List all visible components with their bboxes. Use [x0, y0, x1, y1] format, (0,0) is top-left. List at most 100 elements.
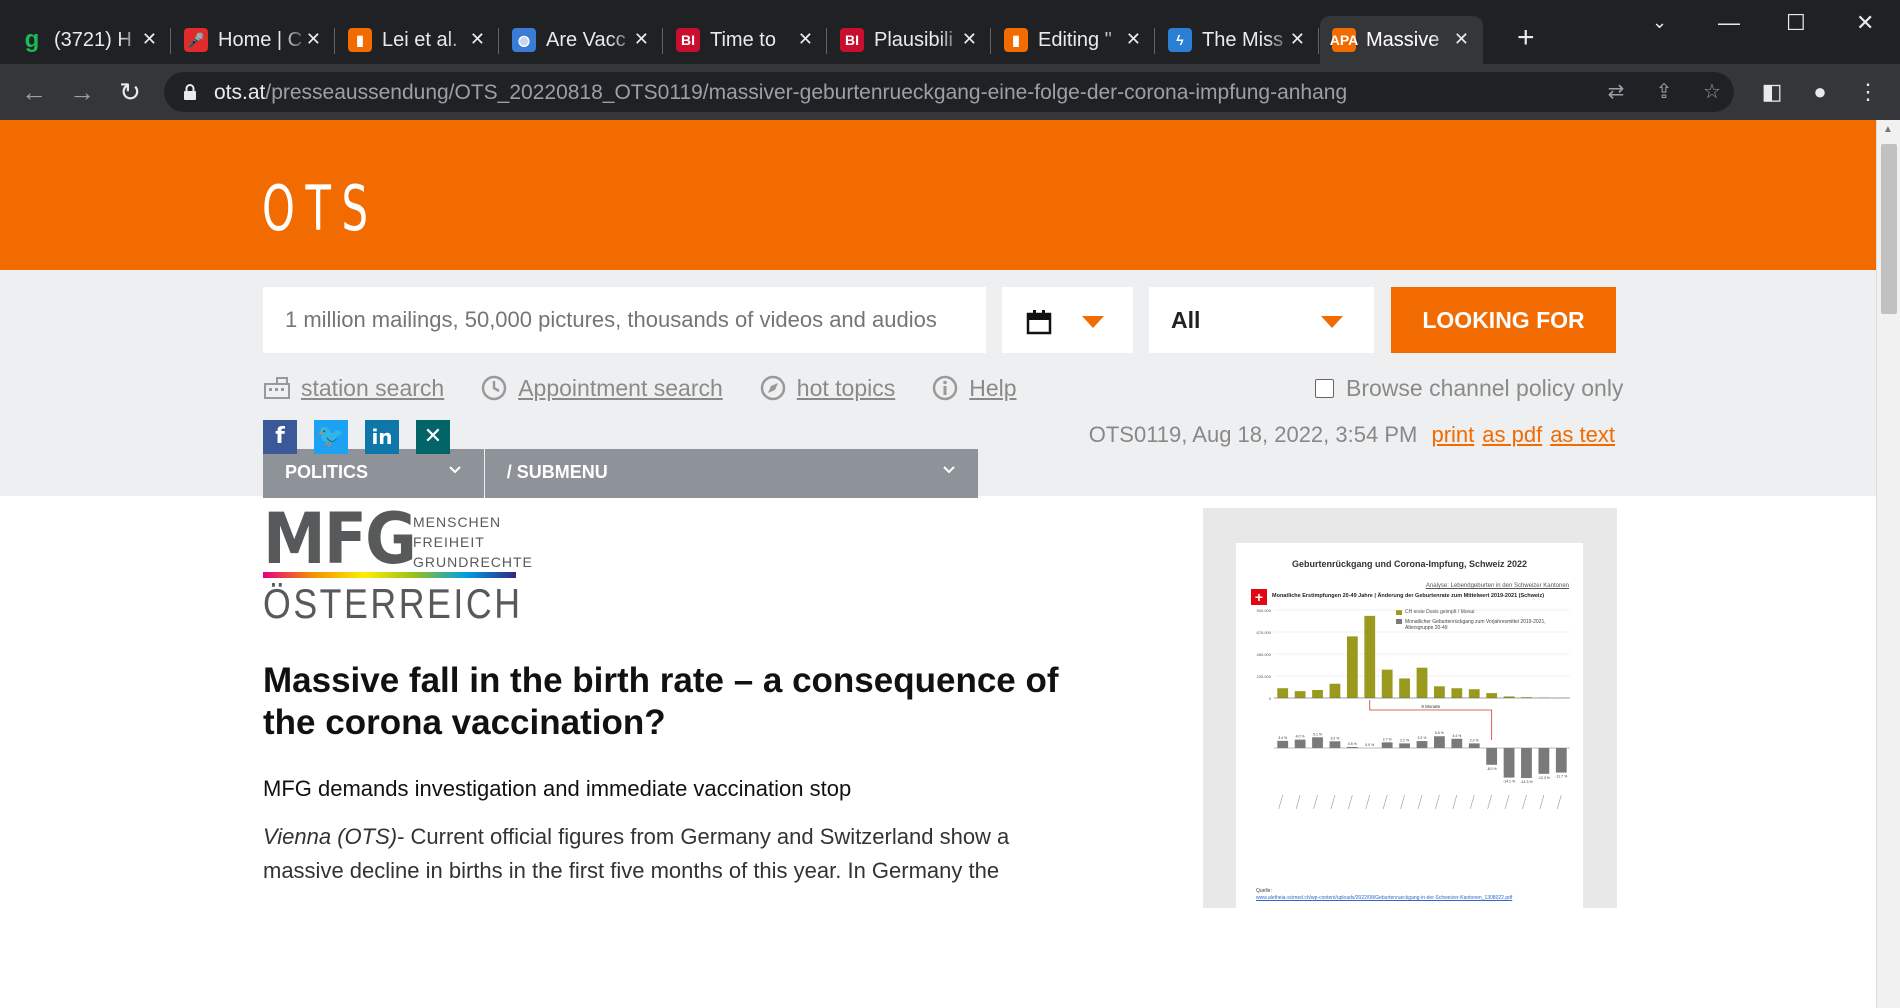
side-panel-icon[interactable]: ◧: [1756, 76, 1788, 108]
birth-change-bar: [1416, 741, 1428, 748]
menu-kebab-icon[interactable]: ⋮: [1852, 76, 1884, 108]
data-label: -8.0 %: [1487, 767, 1497, 771]
article-headline: Massive fall in the birth rate – a conse…: [263, 661, 1059, 742]
channel-policy-label: Browse channel policy only: [1346, 375, 1624, 401]
linkedin-icon[interactable]: in: [365, 420, 399, 454]
site-logo[interactable]: OTS: [262, 172, 379, 245]
quick-link-station-search[interactable]: station search: [263, 374, 444, 402]
quick-link-appointment-search[interactable]: Appointment search: [480, 374, 723, 402]
channel-policy-checkbox[interactable]: [1315, 379, 1334, 398]
channel-policy-filter[interactable]: Browse channel policy only: [1315, 375, 1623, 402]
x-tick-label: [1348, 794, 1353, 810]
page-scrollbar[interactable]: ▲: [1876, 120, 1900, 1008]
xing-icon[interactable]: ✕: [416, 420, 450, 454]
close-tab-icon[interactable]: ✕: [470, 28, 485, 50]
profile-avatar[interactable]: ●: [1804, 76, 1836, 108]
y-tick-label: 0: [1269, 696, 1272, 701]
close-tab-icon[interactable]: ✕: [1126, 28, 1141, 50]
translate-icon[interactable]: ⇄: [1604, 80, 1628, 104]
browser-tab[interactable]: BI Time to ✕: [664, 16, 827, 64]
chevron-down-icon: [943, 466, 955, 474]
bookmark-star-icon[interactable]: ☆: [1700, 80, 1724, 104]
tab-title: (3721) H: [54, 28, 132, 51]
facebook-icon[interactable]: f: [263, 420, 297, 454]
close-tab-icon[interactable]: ✕: [634, 28, 649, 50]
chart-source-url[interactable]: www.aletheia-scimed.ch/wp-content/upload…: [1256, 895, 1586, 901]
browser-tab[interactable]: APA Massive ✕: [1320, 16, 1483, 64]
browser-tab[interactable]: ▮ Editing " ✕: [992, 16, 1155, 64]
reload-button[interactable]: ↻: [114, 76, 146, 108]
scrollbar-thumb[interactable]: [1881, 144, 1897, 314]
data-label: 2.7 %: [1383, 737, 1392, 741]
back-button[interactable]: ←: [18, 76, 50, 108]
tab-search-icon[interactable]: ⌄: [1652, 12, 1667, 33]
close-tab-icon[interactable]: ✕: [1454, 28, 1469, 50]
close-tab-icon[interactable]: ✕: [1290, 28, 1305, 50]
minimize-button[interactable]: —: [1718, 10, 1740, 36]
category-menu: POLITICS / SUBMENU: [263, 449, 978, 498]
search-button[interactable]: LOOKING FOR: [1391, 287, 1616, 353]
vaccination-bar: [1434, 686, 1445, 698]
new-tab-button[interactable]: +: [1517, 22, 1535, 54]
chart-source-label: Quelle:: [1256, 888, 1272, 894]
data-label: 2.2 %: [1470, 738, 1479, 742]
address-bar[interactable]: ots.at/presseaussendung/OTS_20220818_OTS…: [164, 72, 1734, 112]
menu-politics[interactable]: POLITICS: [263, 449, 484, 498]
birth-change-bar: [1277, 740, 1289, 748]
category-select-value: All: [1171, 307, 1201, 333]
sender-logo[interactable]: MFG MENSCHEN FREIHEIT GRUNDRECHTE ÖSTERR…: [263, 504, 532, 627]
tab-title: Lei et al.: [382, 28, 458, 51]
compass-icon: [760, 375, 786, 401]
browser-tab[interactable]: ϟ The Miss ✕: [1156, 16, 1319, 64]
data-label: 0.0 %: [1365, 743, 1374, 747]
vaccination-bar: [1312, 689, 1323, 698]
chevron-down-icon: [1082, 316, 1104, 328]
tab-title: Home | C: [218, 28, 303, 51]
close-tab-icon[interactable]: ✕: [306, 28, 321, 50]
browser-tab[interactable]: g (3721) H ✕: [8, 16, 171, 64]
date-picker[interactable]: [1002, 287, 1133, 353]
share-buttons: f 🐦 in ✕: [263, 420, 467, 454]
close-tab-icon[interactable]: ✕: [798, 28, 813, 50]
browser-tab[interactable]: ◍ Are Vacc ✕: [500, 16, 663, 64]
pdf-link[interactable]: as pdf: [1482, 422, 1542, 447]
x-tick-label: [1522, 794, 1527, 810]
browser-tab[interactable]: 🎤 Home | C ✕: [172, 16, 335, 64]
close-tab-icon[interactable]: ✕: [142, 28, 157, 50]
tab-separator: [990, 28, 991, 54]
print-link[interactable]: print: [1431, 422, 1474, 447]
scroll-up-icon[interactable]: ▲: [1883, 124, 1893, 135]
info-icon: [932, 375, 958, 401]
calendar-icon: [1026, 310, 1052, 335]
maximize-button[interactable]: ☐: [1786, 10, 1806, 36]
x-tick-label: [1469, 794, 1475, 810]
forward-button[interactable]: →: [66, 76, 98, 108]
category-select[interactable]: All: [1149, 287, 1374, 353]
page-viewport: OTS All LOOKING FOR station search Appoi…: [0, 120, 1876, 1008]
close-window-button[interactable]: ✕: [1856, 10, 1874, 36]
tab-separator: [1154, 28, 1155, 54]
quick-link-help[interactable]: Help: [931, 374, 1017, 402]
x-tick-label: [1365, 794, 1371, 810]
search-zone: All LOOKING FOR station search Appointme…: [0, 270, 1876, 498]
data-label: 4.0 %: [1296, 735, 1305, 739]
search-input[interactable]: [263, 287, 986, 353]
tab-separator: [498, 28, 499, 54]
vaccination-bar: [1381, 669, 1393, 698]
browser-tab[interactable]: ▮ Lei et al. ✕: [336, 16, 499, 64]
birth-change-bar: [1329, 741, 1341, 748]
menu-submenu[interactable]: / SUBMENU: [484, 449, 978, 498]
article-body: Vienna (OTS)- Current official figures f…: [263, 824, 1010, 883]
browser-tab[interactable]: BI Plausibili ✕: [828, 16, 991, 64]
text-link[interactable]: as text: [1550, 422, 1615, 447]
quick-link-hot-topics[interactable]: hot topics: [759, 374, 895, 402]
birth-change-bar: [1381, 742, 1393, 748]
close-tab-icon[interactable]: ✕: [962, 28, 977, 50]
birth-change-bar: [1521, 748, 1532, 779]
share-icon[interactable]: ⇪: [1652, 80, 1676, 104]
vaccination-bar: [1364, 615, 1376, 698]
birth-change-bar: [1312, 737, 1323, 748]
article-image[interactable]: Geburtenrückgang und Corona-Impfung, Sch…: [1203, 508, 1617, 908]
tab-separator: [826, 28, 827, 54]
twitter-icon[interactable]: 🐦: [314, 420, 348, 454]
